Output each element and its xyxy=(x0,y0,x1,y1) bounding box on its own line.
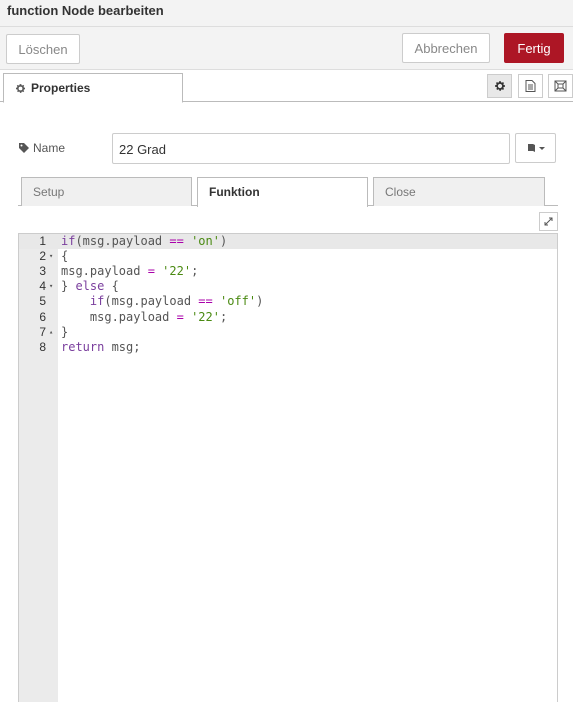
fold-toggle-icon[interactable]: ▴ xyxy=(49,325,53,340)
code-text: if(msg.payload == 'on') xyxy=(61,234,228,248)
code-line: 1 if(msg.payload == 'on') xyxy=(19,234,557,249)
code-line: 2 ▾ { xyxy=(19,249,557,264)
gear-icon xyxy=(16,83,25,93)
tab-setup[interactable]: Setup xyxy=(21,177,192,206)
node-appearance-button[interactable] xyxy=(548,74,573,98)
tab-properties[interactable]: Properties xyxy=(3,73,183,103)
delete-button[interactable]: Löschen xyxy=(6,34,80,64)
tab-properties-label: Properties xyxy=(31,81,91,95)
code-line: 7 ▴ } xyxy=(19,325,557,340)
tab-funktion[interactable]: Funktion xyxy=(197,177,368,207)
line-number: 4 xyxy=(39,279,46,293)
edit-tray: function Node bearbeiten Löschen Abbrech… xyxy=(0,0,573,702)
line-number: 5 xyxy=(39,294,46,308)
code-editor[interactable]: 1 if(msg.payload == 'on') 2 ▾ { 3 msg.pa… xyxy=(18,233,558,702)
line-number: 7 xyxy=(39,325,46,339)
node-appearance-icon xyxy=(554,80,567,92)
tray-header: function Node bearbeiten xyxy=(0,0,573,27)
code-text: if(msg.payload == 'off') xyxy=(89,294,264,308)
gear-icon xyxy=(494,81,505,91)
tab-close[interactable]: Close xyxy=(373,177,545,206)
line-number: 3 xyxy=(39,264,46,278)
code-text: msg.payload = '22'; xyxy=(61,310,228,324)
line-number: 2 xyxy=(39,249,46,263)
code-line: 5 if(msg.payload == 'off') xyxy=(19,294,557,309)
code-text: msg.payload = '22'; xyxy=(61,264,199,278)
line-number: 6 xyxy=(39,310,46,324)
function-subtabs: Setup Funktion Close xyxy=(18,176,558,207)
code-line: 3 msg.payload = '22'; xyxy=(19,264,557,279)
name-input[interactable]: 22 Grad xyxy=(112,133,510,164)
tray-toolbar: Löschen Abbrechen Fertig xyxy=(0,27,573,70)
code-text: } xyxy=(61,325,69,339)
line-number: 8 xyxy=(39,340,46,354)
icon-select-button[interactable] xyxy=(515,133,556,163)
name-label-wrap: Name xyxy=(19,141,65,155)
book-icon xyxy=(527,144,545,152)
tray-title: function Node bearbeiten xyxy=(7,3,164,18)
document-icon xyxy=(525,80,536,92)
name-row: Name 22 Grad xyxy=(0,133,573,164)
name-label: Name xyxy=(33,141,66,155)
code-text: return msg; xyxy=(61,340,141,354)
tag-icon xyxy=(19,143,29,153)
code-line: 6 msg.payload = '22'; xyxy=(19,310,557,325)
code-line: 8 return msg; xyxy=(19,340,557,355)
node-description-button[interactable] xyxy=(518,74,543,98)
expand-icon xyxy=(544,217,553,226)
code-text: } else { xyxy=(61,279,119,293)
node-settings-button[interactable] xyxy=(487,74,512,98)
tray-tabbar: Properties xyxy=(0,70,573,103)
fold-toggle-icon[interactable]: ▾ xyxy=(49,279,53,294)
code-line: 4 ▾ } else { xyxy=(19,279,557,294)
expand-editor-button[interactable] xyxy=(539,212,558,231)
done-button[interactable]: Fertig xyxy=(504,33,564,63)
line-number: 1 xyxy=(39,234,46,248)
code-text: { xyxy=(61,249,69,263)
fold-toggle-icon[interactable]: ▾ xyxy=(49,249,53,264)
cancel-button[interactable]: Abbrechen xyxy=(402,33,490,63)
